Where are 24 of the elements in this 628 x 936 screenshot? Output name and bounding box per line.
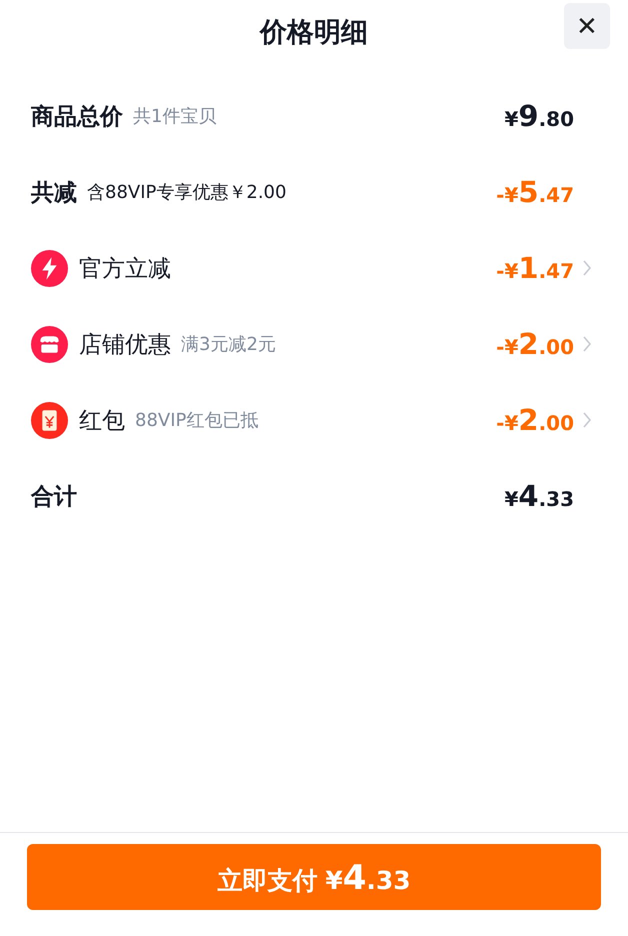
row-label: 官方立减 [79,254,171,284]
lightning-icon [31,250,68,286]
row-note: 88VIP红包已抵 [135,409,258,432]
row-label: 商品总价 [31,102,123,132]
shop-icon [31,326,68,362]
amount-text: -¥2.00 [496,403,574,437]
amount-text: -¥2.00 [496,327,574,361]
chevron-right-icon[interactable] [582,411,592,429]
amount-text: ¥4.33 [504,479,574,513]
row-label: 共减 [31,178,77,208]
amount-text: ¥9.80 [504,99,574,133]
amount-text: -¥5.47 [496,175,574,209]
row-label: 合计 [31,482,77,512]
row-note: 共1件宝贝 [133,105,216,128]
chevron-right-icon[interactable] [582,335,592,353]
envelope-icon [31,402,68,438]
row-note: 含88VIP专享优惠￥2.00 [87,181,286,204]
close-button[interactable]: ✕ [564,3,610,49]
row-note: 满3元减2元 [181,333,276,356]
sheet-title: 价格明细 [260,16,368,50]
amount-text: -¥1.47 [496,251,574,285]
row-label: 红包 [79,406,125,436]
chevron-right-icon[interactable] [582,259,592,277]
row-label: 店铺优惠 [79,330,171,360]
